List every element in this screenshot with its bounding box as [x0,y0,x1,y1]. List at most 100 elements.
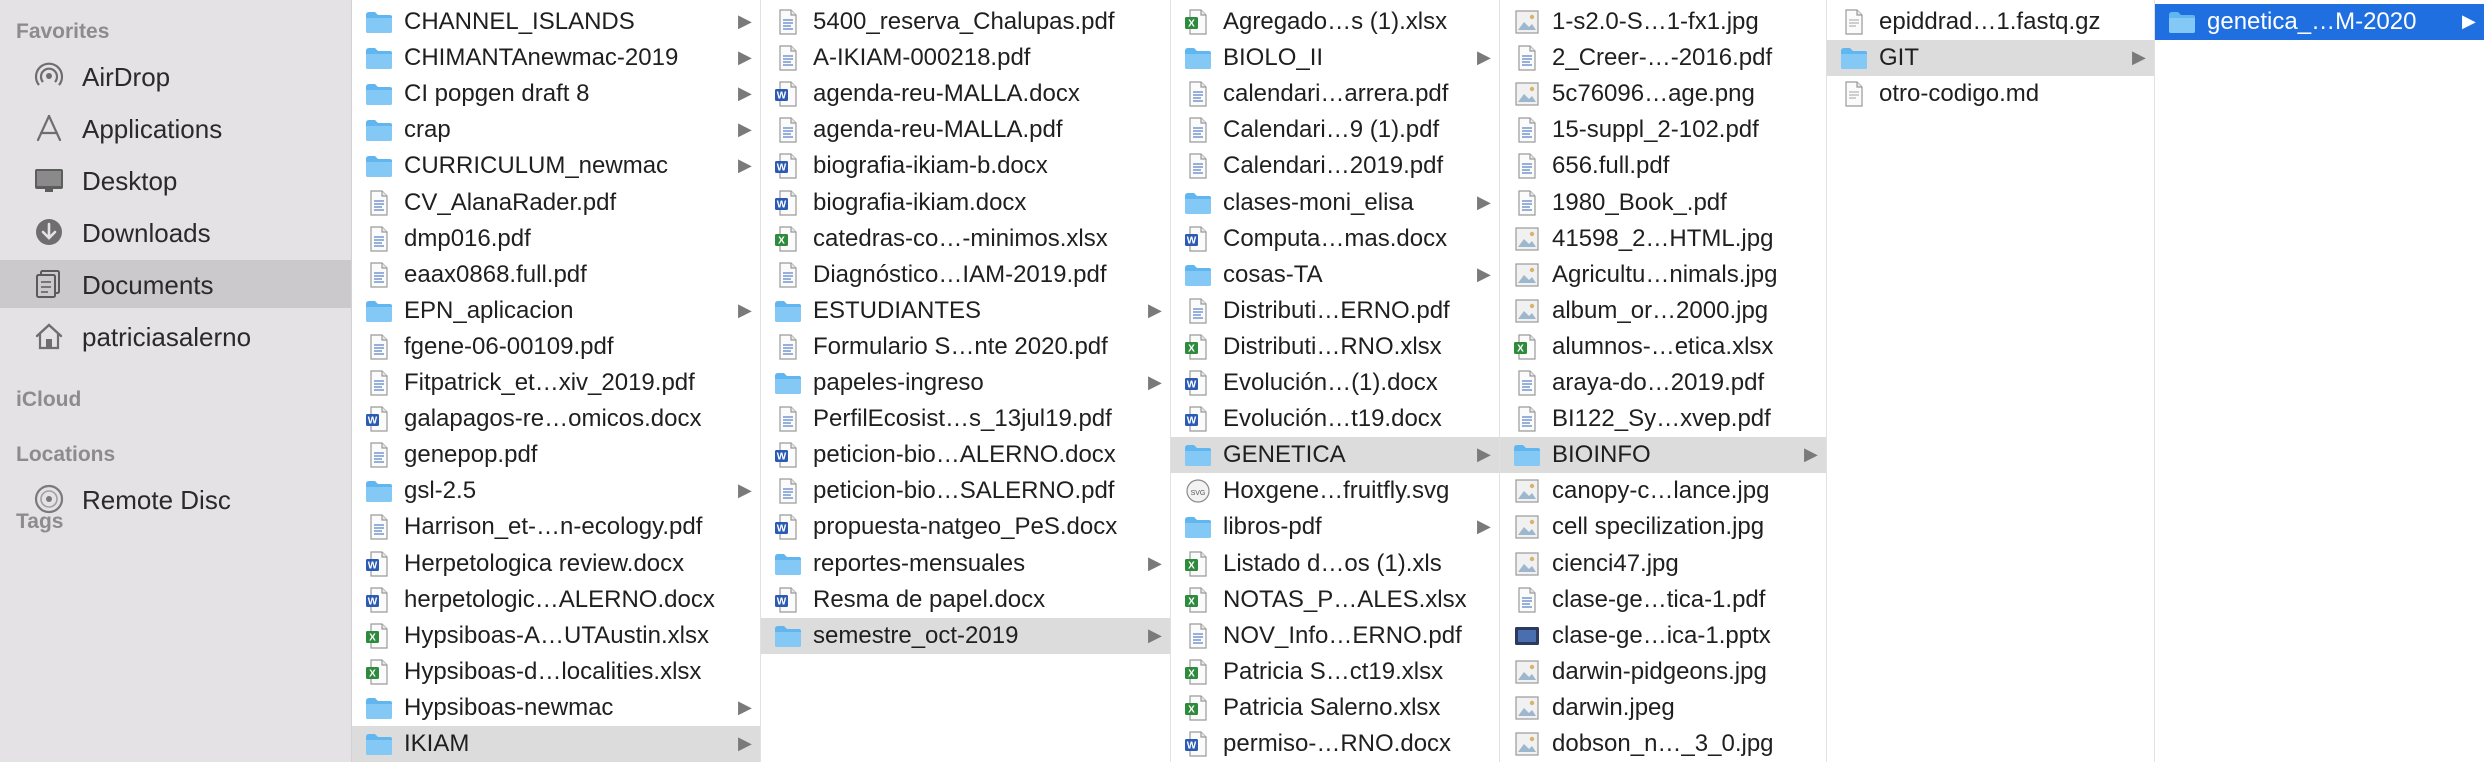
file-row[interactable]: 41598_2…HTML.jpg [1500,221,1826,257]
folder-row[interactable]: gsl-2.5 ▶ [352,473,760,509]
file-row[interactable]: W Computa…mas.docx [1171,221,1499,257]
file-row[interactable]: fgene-06-00109.pdf [352,329,760,365]
folder-row[interactable]: BIOINFO ▶ [1500,437,1826,474]
file-row[interactable]: Agricultu…nimals.jpg [1500,257,1826,293]
file-row[interactable]: Wbiografia-ikiam.docx [761,185,1170,221]
folder-row[interactable]: ESTUDIANTES ▶ [761,293,1170,329]
file-row[interactable]: epiddrad…1.fastq.gz [1827,4,2154,40]
folder-row[interactable]: EPN_aplicacion ▶ [352,293,760,329]
folder-row[interactable]: Hypsiboas-newmac ▶ [352,690,760,726]
file-row[interactable]: dmp016.pdf [352,221,760,257]
sidebar-item-downloads[interactable]: Downloads [0,208,351,256]
file-row[interactable]: Wherpetologic…ALERNO.docx [352,582,760,618]
file-row[interactable]: 1980_Book_.pdf [1500,185,1826,221]
file-row[interactable]: Fitpatrick_et…xiv_2019.pdf [352,365,760,401]
svg-text:W: W [1187,416,1197,427]
file-row[interactable]: BI122_Sy…xvep.pdf [1500,401,1826,437]
folder-row[interactable]: IKIAM ▶ [352,726,760,762]
file-row[interactable]: clase-ge…tica-1.pdf [1500,582,1826,618]
file-row[interactable]: Formulario S…nte 2020.pdf [761,329,1170,365]
folder-row[interactable]: semestre_oct-2019 ▶ [761,617,1170,654]
file-row[interactable]: darwin-pidgeons.jpg [1500,654,1826,690]
file-row[interactable]: X Distributi…RNO.xlsx [1171,329,1499,365]
browser-column-2[interactable]: 5400_reserva_Chalupas.pdf A-IKIAM-000218.… [761,0,1171,762]
file-row[interactable]: X Patricia Salerno.xlsx [1171,690,1499,726]
item-name: CHIMANTAnewmac-2019 [404,44,679,72]
file-row[interactable]: peticion-bio…SALERNO.pdf [761,473,1170,509]
file-row[interactable]: X Hypsiboas-d…localities.xlsx [352,654,760,690]
file-row[interactable]: W Herpetologica review.docx [352,546,760,582]
file-row[interactable]: NOV_Info…ERNO.pdf [1171,618,1499,654]
file-row[interactable]: cell specilization.jpg [1500,509,1826,545]
file-row[interactable]: W Evolución…(1).docx [1171,365,1499,401]
file-row[interactable]: Xalumnos-…etica.xlsx [1500,329,1826,365]
file-row[interactable]: album_or…2000.jpg [1500,293,1826,329]
browser-column-6[interactable]: genetica_…M-2020 ▶ [2155,0,2484,762]
file-row[interactable]: W Evolución…t19.docx [1171,401,1499,437]
file-row[interactable]: PerfilEcosist…s_13jul19.pdf [761,401,1170,437]
file-row[interactable]: 5c76096…age.png [1500,76,1826,112]
sidebar-item-patriciasalerno[interactable]: patriciasalerno [0,312,351,360]
file-row[interactable]: 1-s2.0-S…1-fx1.jpg [1500,4,1826,40]
folder-row[interactable]: papeles-ingreso ▶ [761,365,1170,401]
file-row[interactable]: SVG Hoxgene…fruitfly.svg [1171,473,1499,509]
sidebar-item-airdrop[interactable]: AirDrop [0,52,351,100]
folder-row[interactable]: genetica_…M-2020 ▶ [2155,4,2484,40]
sidebar-item-documents[interactable]: Documents [0,260,351,308]
file-row[interactable]: Calendari…2019.pdf [1171,148,1499,184]
file-row[interactable]: eaax0868.full.pdf [352,257,760,293]
file-row[interactable]: canopy-c…lance.jpg [1500,473,1826,509]
browser-column-3[interactable]: X Agregado…s (1).xlsx BIOLO_II ▶ calendari…a… [1171,0,1500,762]
file-row[interactable]: W Resma de papel.docx [761,582,1170,618]
file-row[interactable]: darwin.jpeg [1500,690,1826,726]
folder-row[interactable]: GENETICA ▶ [1171,437,1499,474]
folder-row[interactable]: libros-pdf ▶ [1171,509,1499,545]
file-row[interactable]: Harrison_et-…n-ecology.pdf [352,509,760,545]
file-row[interactable]: Distributi…ERNO.pdf [1171,293,1499,329]
file-row[interactable]: Xcatedras-co…-minimos.xlsx [761,221,1170,257]
file-row[interactable]: 15-suppl_2-102.pdf [1500,112,1826,148]
file-row[interactable]: Calendari…9 (1).pdf [1171,112,1499,148]
folder-row[interactable]: CI popgen draft 8 ▶ [352,76,760,112]
sidebar-item-applications[interactable]: Applications [0,104,351,152]
file-row[interactable]: cienci47.jpg [1500,546,1826,582]
file-row[interactable]: 5400_reserva_Chalupas.pdf [761,4,1170,40]
folder-row[interactable]: BIOLO_II ▶ [1171,40,1499,76]
browser-column-4[interactable]: 1-s2.0-S…1-fx1.jpg 2_Creer-…-2016.pdf 5c76… [1500,0,1827,762]
file-row[interactable]: clase-ge…ica-1.pptx [1500,618,1826,654]
file-row[interactable]: X Hypsiboas-A…UTAustin.xlsx [352,618,760,654]
file-row[interactable]: 2_Creer-…-2016.pdf [1500,40,1826,76]
sidebar-item-desktop[interactable]: Desktop [0,156,351,204]
file-row[interactable]: X NOTAS_P…ALES.xlsx [1171,582,1499,618]
file-row[interactable]: CV_AlanaRader.pdf [352,185,760,221]
folder-row[interactable]: CURRICULUM_newmac ▶ [352,148,760,184]
file-row[interactable]: A-IKIAM-000218.pdf [761,40,1170,76]
file-row[interactable]: otro-codigo.md [1827,76,2154,112]
item-name: peticion-bio…ALERNO.docx [813,441,1116,469]
folder-row[interactable]: reportes-mensuales ▶ [761,546,1170,582]
folder-row[interactable]: clases-moni_elisa ▶ [1171,185,1499,221]
browser-column-5[interactable]: epiddrad…1.fastq.gz GIT ▶ otro-codigo.md [1827,0,2155,762]
file-row[interactable]: 656.full.pdf [1500,148,1826,184]
file-row[interactable]: genepop.pdf [352,437,760,473]
folder-row[interactable]: crap ▶ [352,112,760,148]
file-row[interactable]: Wpermiso-…RNO.docx [1171,726,1499,762]
file-row[interactable]: calendari…arrera.pdf [1171,76,1499,112]
file-row[interactable]: dobson_n…_3_0.jpg [1500,726,1826,762]
file-row[interactable]: Wagenda-reu-MALLA.docx [761,76,1170,112]
browser-column-1[interactable]: CHANNEL_ISLANDS ▶ CHIMANTAnewmac-2019 ▶ CI p… [352,0,761,762]
file-row[interactable]: X Listado d…os (1).xls [1171,546,1499,582]
folder-row[interactable]: cosas-TA ▶ [1171,257,1499,293]
file-row[interactable]: araya-do…2019.pdf [1500,365,1826,401]
file-row[interactable]: X Patricia S…ct19.xlsx [1171,654,1499,690]
file-row[interactable]: agenda-reu-MALLA.pdf [761,112,1170,148]
file-row[interactable]: Diagnóstico…IAM-2019.pdf [761,257,1170,293]
file-row[interactable]: Wgalapagos-re…omicos.docx [352,401,760,437]
file-row[interactable]: Wpeticion-bio…ALERNO.docx [761,437,1170,473]
file-row[interactable]: X Agregado…s (1).xlsx [1171,4,1499,40]
folder-row[interactable]: GIT ▶ [1827,40,2154,77]
file-row[interactable]: Wbiografia-ikiam-b.docx [761,148,1170,184]
folder-row[interactable]: CHIMANTAnewmac-2019 ▶ [352,40,760,76]
folder-row[interactable]: CHANNEL_ISLANDS ▶ [352,4,760,40]
file-row[interactable]: Wpropuesta-natgeo_PeS.docx [761,509,1170,545]
